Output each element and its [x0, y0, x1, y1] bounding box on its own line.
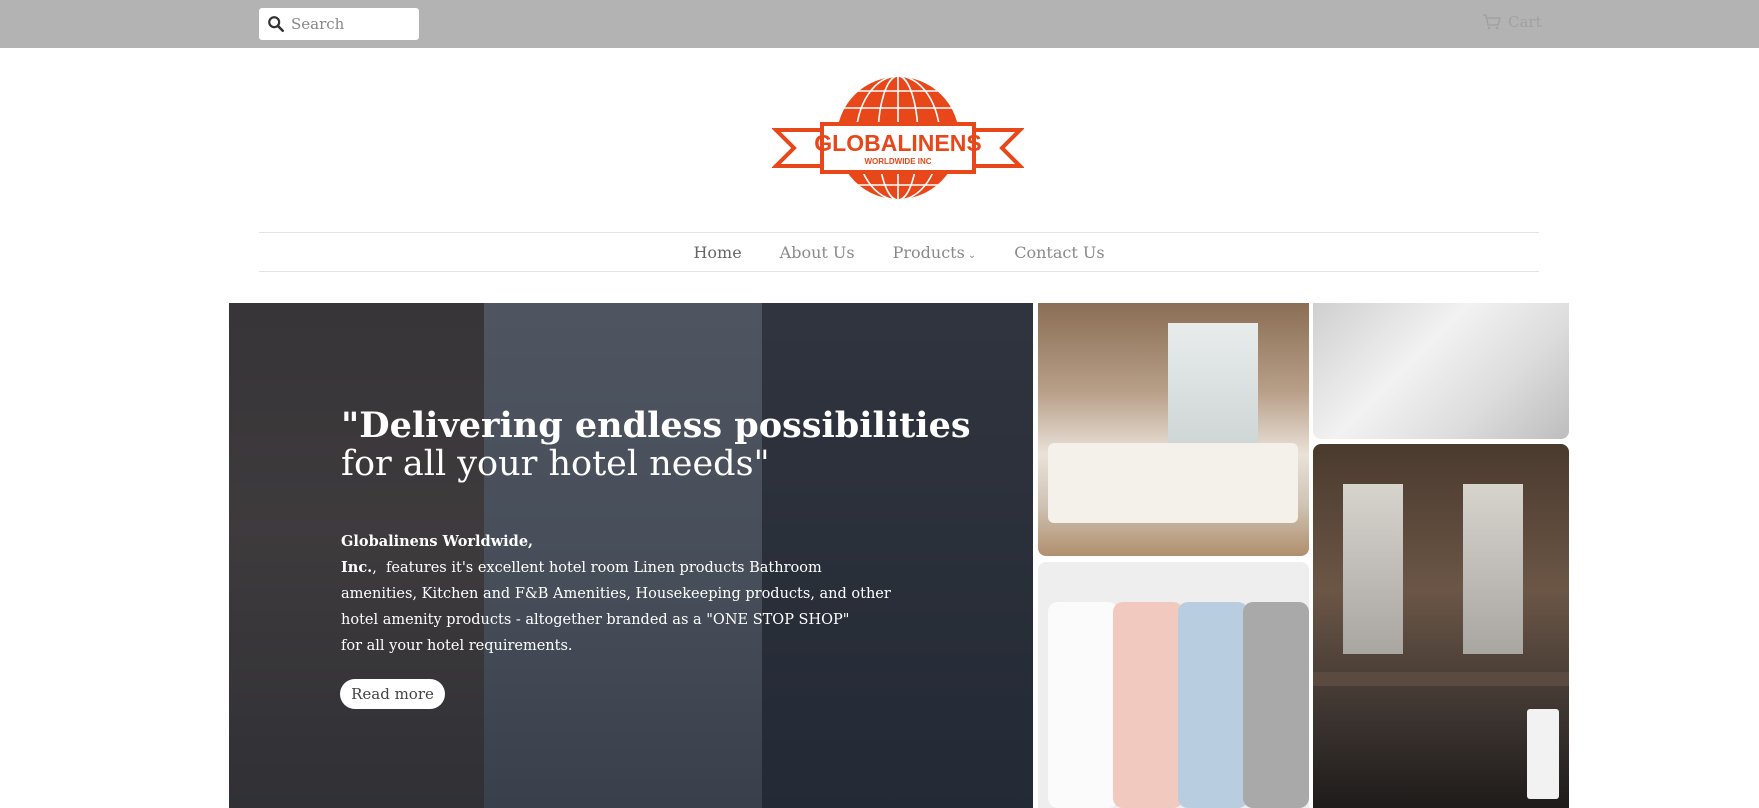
- globalinens-logo[interactable]: GLOBALINENS WORLDWIDE INC: [772, 74, 1024, 206]
- hero-content: "Delivering endless possibilities for al…: [341, 407, 981, 659]
- nav-item-contact-us[interactable]: Contact Us: [1014, 243, 1104, 262]
- search-box[interactable]: [259, 8, 419, 40]
- hero-headline-bold: "Delivering endless possibilities: [341, 405, 971, 446]
- read-more-button[interactable]: Read more: [340, 679, 445, 709]
- photo-hotel-bathroom[interactable]: [1313, 444, 1569, 808]
- hero-line-2: amenities, Kitchen and F&B Amenities, Ho…: [341, 586, 891, 602]
- hero-line-1: , features it's excellent hotel room Lin…: [372, 560, 822, 576]
- hero-line-4: for all your hotel requirements.: [341, 638, 573, 654]
- cart-icon: [1483, 14, 1501, 30]
- photo-hotel-bedroom[interactable]: [1038, 303, 1309, 556]
- search-icon: [268, 16, 285, 33]
- hero-line-3: hotel amenity products - altogether bran…: [341, 612, 850, 628]
- bathroom-mirror-left: [1343, 484, 1403, 654]
- bedroom-bed: [1048, 443, 1298, 523]
- robe-pink: [1113, 602, 1183, 808]
- hero-banner: "Delivering endless possibilities for al…: [229, 303, 1033, 808]
- bathroom-mirror-right: [1463, 484, 1523, 654]
- logo-brand: GLOBALINENS: [814, 130, 981, 156]
- hero-headline-regular: for all your hotel needs": [341, 444, 770, 484]
- photo-bathrobes[interactable]: [1038, 562, 1309, 808]
- robe-blue: [1178, 602, 1248, 808]
- cart-link[interactable]: Cart: [1482, 13, 1542, 31]
- nav-item-home[interactable]: Home: [693, 243, 741, 262]
- bedroom-window: [1168, 323, 1258, 443]
- robe-grey: [1243, 602, 1309, 808]
- nav-item-products-label: Products: [892, 242, 965, 262]
- bathroom-towels: [1527, 709, 1559, 799]
- nav-item-products[interactable]: Products ⌄: [893, 243, 977, 262]
- top-bar: Cart: [0, 0, 1759, 48]
- chevron-down-icon: ⌄: [967, 249, 977, 261]
- cart-label: Cart: [1508, 13, 1542, 31]
- bathroom-counter: [1313, 672, 1569, 686]
- nav-item-about-us[interactable]: About Us: [780, 243, 855, 262]
- logo-tagline: WORLDWIDE INC: [864, 157, 931, 166]
- hero-description: Globalinens Worldwide, Inc., features it…: [341, 529, 981, 659]
- main-nav: Home About Us Products ⌄ Contact Us: [259, 232, 1539, 272]
- search-input[interactable]: [291, 15, 401, 33]
- photo-folded-towels[interactable]: [1313, 303, 1569, 439]
- robe-white: [1048, 602, 1118, 808]
